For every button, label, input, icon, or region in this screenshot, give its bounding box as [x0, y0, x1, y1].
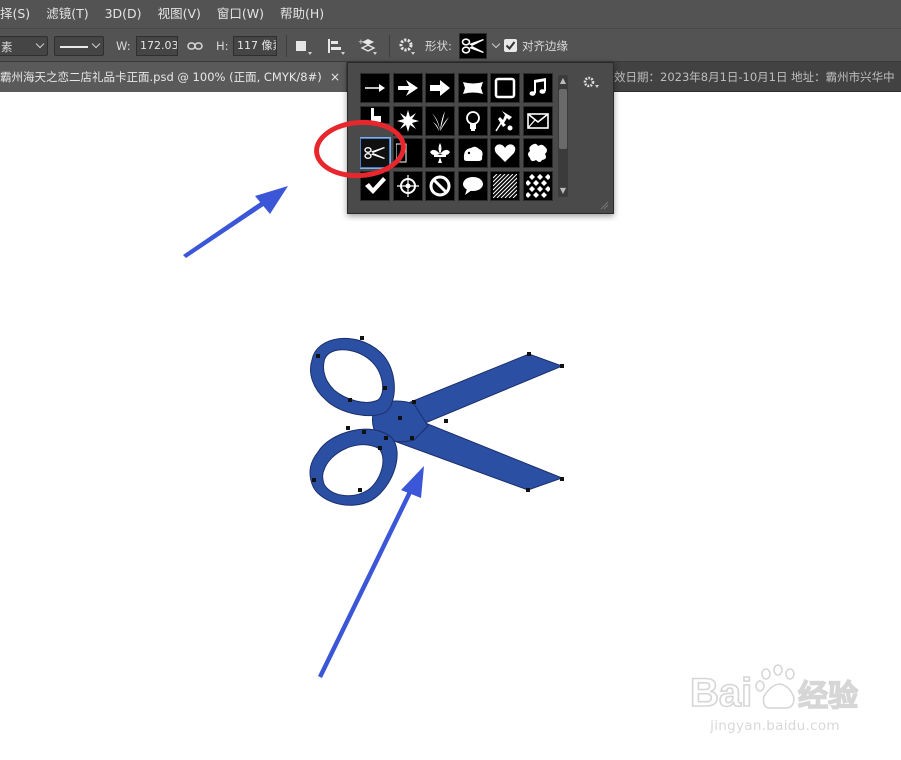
- shape-bold-arrow[interactable]: [425, 73, 455, 103]
- shape-fleur-de-lis[interactable]: [425, 138, 455, 168]
- speech-bubble-icon: [462, 176, 483, 195]
- shape-checker-pattern[interactable]: [522, 170, 553, 201]
- envelope-icon: [526, 112, 549, 129]
- shape-heart[interactable]: [490, 138, 520, 168]
- shape-thin-arrow[interactable]: [360, 73, 390, 103]
- scroll-up-icon[interactable]: ▲: [559, 77, 567, 85]
- thin-arrow-icon: [365, 84, 385, 92]
- shape-arrow[interactable]: [392, 73, 423, 103]
- scissors-shape-layer[interactable]: [309, 336, 564, 506]
- annotation-arrow-upper: [183, 186, 288, 258]
- banner-icon: [462, 82, 483, 94]
- baidu-paw-logo-icon: Bai 经验: [689, 664, 859, 716]
- shape-pushpin[interactable]: [490, 105, 520, 136]
- scrollbar-thumb[interactable]: [559, 89, 567, 149]
- hedgehog-icon: [463, 146, 483, 161]
- shape-diagonal-pattern[interactable]: [490, 170, 520, 201]
- shape-picker-scrollbar[interactable]: ▲ ▼: [558, 75, 568, 197]
- music-note-icon: [529, 78, 546, 96]
- lightbulb-icon: [465, 110, 480, 131]
- watermark-url: jingyan.baidu.com: [710, 718, 840, 734]
- crosshair-icon: [396, 174, 419, 197]
- shape-speech-bubble[interactable]: [457, 170, 488, 201]
- shape-puzzle-blob[interactable]: [522, 138, 553, 168]
- shape-grass[interactable]: [425, 105, 455, 136]
- grass-icon: [432, 110, 449, 131]
- no-sign-icon: [429, 175, 451, 196]
- shape-hedgehog[interactable]: [457, 138, 488, 168]
- svg-text:经验: 经验: [798, 679, 858, 714]
- baidu-watermark: Bai 经验 jingyan.baidu.com: [689, 660, 860, 744]
- shape-crosshair[interactable]: [392, 170, 423, 201]
- shape-no-sign[interactable]: [425, 170, 455, 201]
- svg-text:Bai: Bai: [690, 671, 752, 715]
- checker-pattern-icon: [525, 173, 550, 198]
- resize-handle-icon[interactable]: [599, 199, 609, 210]
- starburst-icon: [396, 109, 419, 132]
- diagonal-pattern-icon: [493, 173, 517, 198]
- fleur-de-lis-icon: [430, 143, 450, 163]
- arrow-icon: [397, 80, 418, 96]
- shape-banner[interactable]: [457, 73, 488, 103]
- pushpin-icon: [495, 110, 513, 131]
- frame-icon: [494, 77, 516, 99]
- picker-settings-gear-icon[interactable]: [581, 73, 601, 93]
- shape-frame[interactable]: [490, 73, 520, 103]
- shape-lightbulb[interactable]: [457, 105, 488, 136]
- scroll-down-icon[interactable]: ▼: [559, 187, 567, 195]
- heart-icon: [494, 144, 516, 162]
- shape-music-note[interactable]: [522, 73, 553, 103]
- shape-envelope[interactable]: [522, 105, 553, 136]
- bold-arrow-icon: [430, 80, 450, 96]
- puzzle-blob-icon: [527, 143, 547, 162]
